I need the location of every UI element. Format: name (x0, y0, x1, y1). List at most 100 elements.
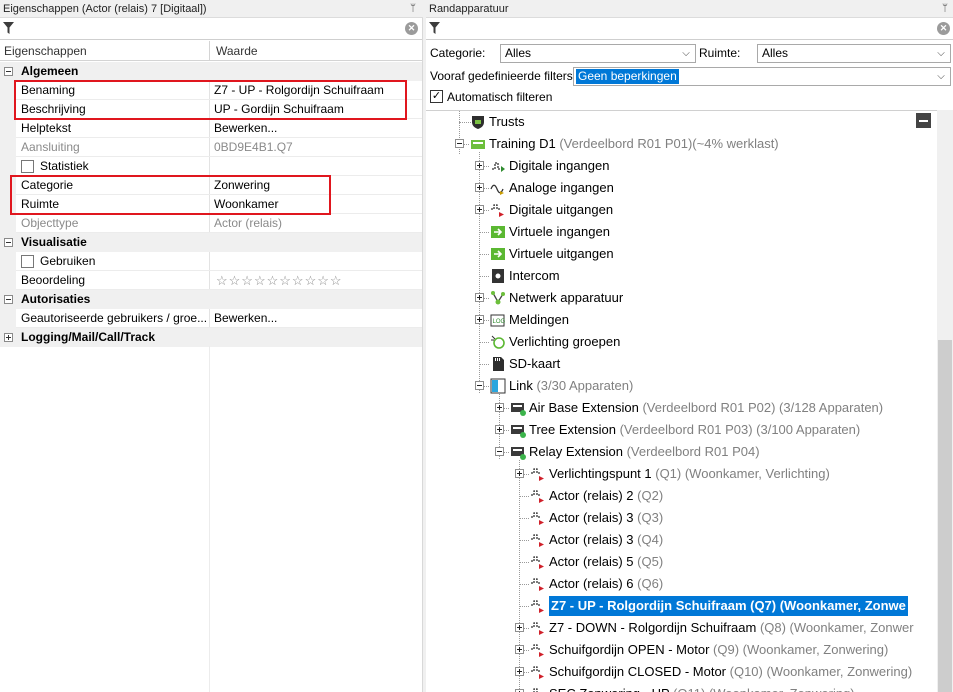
tree-item-digitale-ingangen[interactable]: Digitale ingangen (426, 155, 937, 177)
property-value-helptekst[interactable]: Bewerken... (214, 119, 277, 138)
expand-icon[interactable] (475, 205, 484, 214)
properties-filter-bar[interactable]: ✕ (0, 19, 422, 40)
tree-item-label[interactable]: Verlichtingspunt 1 (Q1) (Woonkamer, Verl… (549, 463, 830, 485)
tree-item-verlichting-groepen[interactable]: Verlichting groepen (426, 331, 937, 353)
property-row-helptekst[interactable]: Helptekst Bewerken... (0, 119, 422, 138)
tree-item-label[interactable]: Actor (relais) 2 (Q2) (549, 485, 663, 507)
categorie-select[interactable]: Alles ⌵ (500, 44, 696, 63)
tree-item-label[interactable]: Link (3/30 Apparaten) (509, 375, 633, 397)
tree-item-label[interactable]: Z7 - DOWN - Rolgordijn Schuifraam (Q8) (… (549, 617, 914, 639)
auto-filter-checkbox[interactable]: ✓ (430, 90, 443, 103)
tree-item-label[interactable]: Air Base Extension (Verdeelbord R01 P02)… (529, 397, 883, 419)
property-row-statistiek[interactable]: Statistiek (0, 157, 422, 176)
property-row-beoordeling[interactable]: Beoordeling ☆☆☆☆☆☆☆☆☆☆ (0, 271, 422, 290)
expand-icon[interactable] (475, 183, 484, 192)
tree-item-label[interactable]: SEC Zonwering - UP (Q11) (Woonkamer, Zon… (549, 683, 855, 692)
tree-item-digitale-uitgangen[interactable]: Digitale uitgangen (426, 199, 937, 221)
tree-item-output[interactable]: Actor (relais) 2 (Q2) (426, 485, 937, 507)
tree-item-label[interactable]: Training D1 (Verdeelbord R01 P01)(~4% we… (489, 133, 779, 155)
collapse-icon[interactable] (4, 67, 13, 76)
clear-filter-icon[interactable]: ✕ (405, 22, 418, 35)
tree-item-output[interactable]: Schuifgordijn OPEN - Motor (Q9) (Woonkam… (426, 639, 937, 661)
peripherals-filter-bar[interactable]: ✕ (426, 19, 953, 40)
property-row-categorie[interactable]: Categorie Zonwering (0, 176, 422, 195)
tree-item-output[interactable]: Verlichtingspunt 1 (Q1) (Woonkamer, Verl… (426, 463, 937, 485)
tree-item-label[interactable]: Z7 - UP - Rolgordijn Schuifraam (Q7) (Wo… (549, 596, 908, 616)
property-row-ruimte[interactable]: Ruimte Woonkamer (0, 195, 422, 214)
expand-icon[interactable] (515, 645, 524, 654)
property-value-gebruikers[interactable]: Bewerken... (214, 309, 277, 328)
tree-item-training-d1[interactable]: Training D1 (Verdeelbord R01 P01)(~4% we… (426, 133, 937, 155)
tree-item-output[interactable]: Actor (relais) 5 (Q5) (426, 551, 937, 573)
tree-item-output[interactable]: Actor (relais) 6 (Q6) (426, 573, 937, 595)
tree-item-output[interactable]: Schuifgordijn CLOSED - Motor (Q10) (Woon… (426, 661, 937, 683)
filter-icon[interactable] (3, 22, 14, 35)
tree-scrollbar[interactable] (937, 110, 953, 692)
tree-item-label[interactable]: Virtuele uitgangen (509, 243, 614, 265)
tree-item-label[interactable]: Analoge ingangen (509, 177, 614, 199)
expand-icon[interactable] (515, 469, 524, 478)
expand-icon[interactable] (515, 623, 524, 632)
expand-icon[interactable] (475, 161, 484, 170)
collapse-icon[interactable] (495, 447, 504, 456)
tree-item-label[interactable]: Virtuele ingangen (509, 221, 610, 243)
tree-item-relay-extension[interactable]: Relay Extension (Verdeelbord R01 P04) (426, 441, 937, 463)
category-autorisaties[interactable]: Autorisaties (0, 290, 422, 309)
category-visualisatie[interactable]: Visualisatie (0, 233, 422, 252)
expand-icon[interactable] (515, 667, 524, 676)
tree-item-trusts[interactable]: Trusts (426, 111, 937, 133)
statistiek-checkbox[interactable] (21, 160, 34, 173)
clear-filter-icon[interactable]: ✕ (937, 22, 950, 35)
property-row-gebruiken[interactable]: Gebruiken (0, 252, 422, 271)
tree-item-label[interactable]: Digitale uitgangen (509, 199, 613, 221)
tree-item-netwerk-apparatuur[interactable]: Netwerk apparatuur (426, 287, 937, 309)
collapse-icon[interactable] (475, 381, 484, 390)
collapse-icon[interactable] (4, 295, 13, 304)
tree-item-label[interactable]: SD-kaart (509, 353, 560, 375)
tree-item-label[interactable]: Actor (relais) 3 (Q4) (549, 529, 663, 551)
tree-item-label[interactable]: Actor (relais) 5 (Q5) (549, 551, 663, 573)
property-value-beschrijving[interactable]: UP - Gordijn Schuifraam (214, 100, 344, 119)
tree-item-label[interactable]: Trusts (489, 111, 525, 133)
expand-icon[interactable] (495, 425, 504, 434)
tree-item-label[interactable]: Digitale ingangen (509, 155, 609, 177)
tree-item-output[interactable]: Z7 - DOWN - Rolgordijn Schuifraam (Q8) (… (426, 617, 937, 639)
collapse-icon[interactable] (4, 238, 13, 247)
tree-item-label[interactable]: Actor (relais) 3 (Q3) (549, 507, 663, 529)
gebruiken-checkbox[interactable] (21, 255, 34, 268)
tree-item-label[interactable]: Netwerk apparatuur (509, 287, 623, 309)
pin-icon[interactable]: ᛘ (938, 0, 952, 18)
tree-item-output[interactable]: SEC Zonwering - UP (Q11) (Woonkamer, Zon… (426, 683, 937, 692)
tree-item-analoge-ingangen[interactable]: Analoge ingangen (426, 177, 937, 199)
tree-item-output[interactable]: Actor (relais) 3 (Q3) (426, 507, 937, 529)
category-algemeen[interactable]: Algemeen (0, 62, 422, 81)
tree-item-output[interactable]: Actor (relais) 3 (Q4) (426, 529, 937, 551)
tree-item-label[interactable]: Schuifgordijn OPEN - Motor (Q9) (Woonkam… (549, 639, 888, 661)
expand-icon[interactable] (4, 333, 13, 342)
tree-item-label[interactable]: Schuifgordijn CLOSED - Motor (Q10) (Woon… (549, 661, 912, 683)
tree-item-virtuele-ingangen[interactable]: Virtuele ingangen (426, 221, 937, 243)
ruimte-select[interactable]: Alles ⌵ (757, 44, 951, 63)
property-value-benaming[interactable]: Z7 - UP - Rolgordijn Schuifraam (214, 81, 384, 100)
pin-icon[interactable]: ᛘ (406, 0, 420, 18)
tree-item-virtuele-uitgangen[interactable]: Virtuele uitgangen (426, 243, 937, 265)
chevron-down-icon[interactable]: ⌵ (935, 45, 947, 62)
property-row-beschrijving[interactable]: Beschrijving UP - Gordijn Schuifraam (0, 100, 422, 119)
tree-item-sd-kaart[interactable]: SD-kaart (426, 353, 937, 375)
collapse-icon[interactable] (455, 139, 464, 148)
property-row-gebruikers[interactable]: Geautoriseerde gebruikers / groe... Bewe… (0, 309, 422, 328)
scrollbar-thumb[interactable] (938, 340, 952, 692)
device-tree[interactable]: Trusts Training D1 (Verdeelbord R01 P01)(… (426, 110, 937, 692)
property-value-ruimte[interactable]: Woonkamer (214, 195, 278, 214)
tree-item-output-selected[interactable]: Z7 - UP - Rolgordijn Schuifraam (Q7) (Wo… (426, 595, 937, 617)
expand-icon[interactable] (495, 403, 504, 412)
category-logging[interactable]: Logging/Mail/Call/Track (0, 328, 422, 347)
filter-icon[interactable] (429, 22, 440, 35)
tree-item-intercom[interactable]: Intercom (426, 265, 937, 287)
rating-stars[interactable]: ☆☆☆☆☆☆☆☆☆☆ (216, 273, 343, 289)
tree-item-air-base-extension[interactable]: Air Base Extension (Verdeelbord R01 P02)… (426, 397, 937, 419)
property-value-categorie[interactable]: Zonwering (214, 176, 270, 195)
tree-item-label[interactable]: Intercom (509, 265, 560, 287)
tree-item-label[interactable]: Tree Extension (Verdeelbord R01 P03) (3/… (529, 419, 860, 441)
tree-item-label[interactable]: Meldingen (509, 309, 569, 331)
